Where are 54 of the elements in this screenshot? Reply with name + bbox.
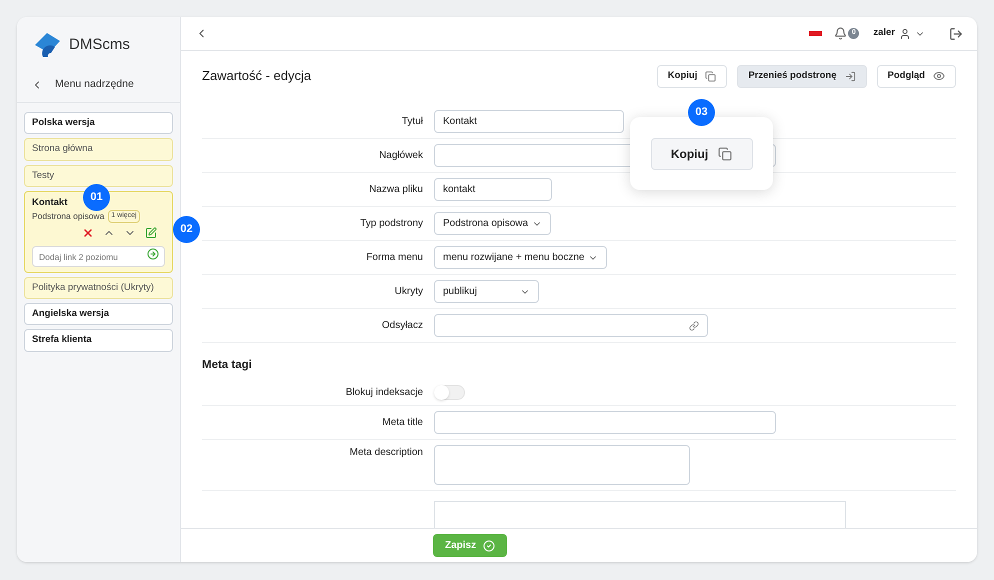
field-label: Odsyłacz: [380, 319, 423, 333]
menu-item-title[interactable]: Kontakt: [32, 196, 68, 210]
step-badge: 02: [173, 216, 200, 243]
field-label: Tytuł: [400, 115, 423, 129]
field-label: Ukryty: [394, 285, 423, 299]
user-name[interactable]: zaler: [873, 26, 895, 41]
select-field[interactable]: Podstrona opisowa: [434, 212, 552, 235]
field-label: Nazwa pliku: [368, 183, 423, 197]
check-icon: [483, 540, 496, 552]
menu-item[interactable]: Strefa klienta: [24, 329, 173, 352]
section-title: Meta tagi: [202, 358, 253, 373]
delete-icon[interactable]: [82, 226, 94, 239]
field-label: Typ podstrony: [359, 217, 423, 231]
menu-item[interactable]: Strona główna: [24, 138, 173, 160]
menu-item[interactable]: Polityka prywatności (Ukryty): [24, 276, 173, 299]
edit-icon[interactable]: [145, 226, 157, 239]
select-field[interactable]: menu rozwijane + menu boczne: [434, 246, 608, 269]
copy-button[interactable]: Kopiuj: [650, 138, 752, 170]
go-icon[interactable]: [147, 248, 159, 260]
field-label: Nagłówek: [378, 149, 423, 163]
step-badge: 03: [688, 99, 715, 126]
field-label: Forma menu: [365, 251, 423, 265]
textarea-field[interactable]: [434, 445, 690, 486]
text-field[interactable]: [434, 411, 776, 434]
toggle-switch[interactable]: [434, 385, 465, 400]
logo-icon: [33, 31, 63, 59]
field-label: Blokuj indeksacje: [344, 386, 423, 400]
back-link[interactable]: Menu nadrzędne: [55, 76, 134, 92]
bell-icon[interactable]: [834, 27, 848, 40]
toolbar-button[interactable]: Kopiuj: [656, 64, 728, 88]
add-link-field[interactable]: Dodaj link 2 poziomu: [32, 246, 165, 268]
move-icon: [844, 70, 856, 82]
toolbar-button[interactable]: Podgląd: [876, 64, 956, 88]
flag-icon[interactable]: [809, 31, 822, 36]
toolbar-button[interactable]: Przenieś podstronę: [737, 64, 867, 88]
menu-item[interactable]: Testy: [24, 164, 173, 187]
field-label: Meta title: [381, 416, 423, 430]
select-field[interactable]: publikuj: [434, 280, 539, 303]
menu-item[interactable]: Angielska wersja: [24, 303, 173, 326]
logo-text: DMScms: [69, 34, 130, 55]
link-icon: [689, 320, 699, 330]
user-icon[interactable]: [899, 28, 911, 40]
page-title: Zawartość - edycja: [202, 67, 312, 86]
link-field[interactable]: [434, 314, 708, 337]
field-label: Meta description: [348, 446, 423, 460]
logout-icon[interactable]: [949, 26, 963, 40]
text-field[interactable]: Kontakt: [434, 110, 624, 133]
text-field[interactable]: kontakt: [434, 178, 552, 201]
copy-icon: [718, 146, 732, 160]
preview-icon: [933, 70, 945, 82]
menu-item-subtitle: Podstrona opisowa: [32, 210, 104, 223]
copy-icon: [705, 70, 716, 82]
step-badge: 01: [83, 184, 110, 211]
menu-item[interactable]: Polska wersja: [24, 112, 173, 134]
